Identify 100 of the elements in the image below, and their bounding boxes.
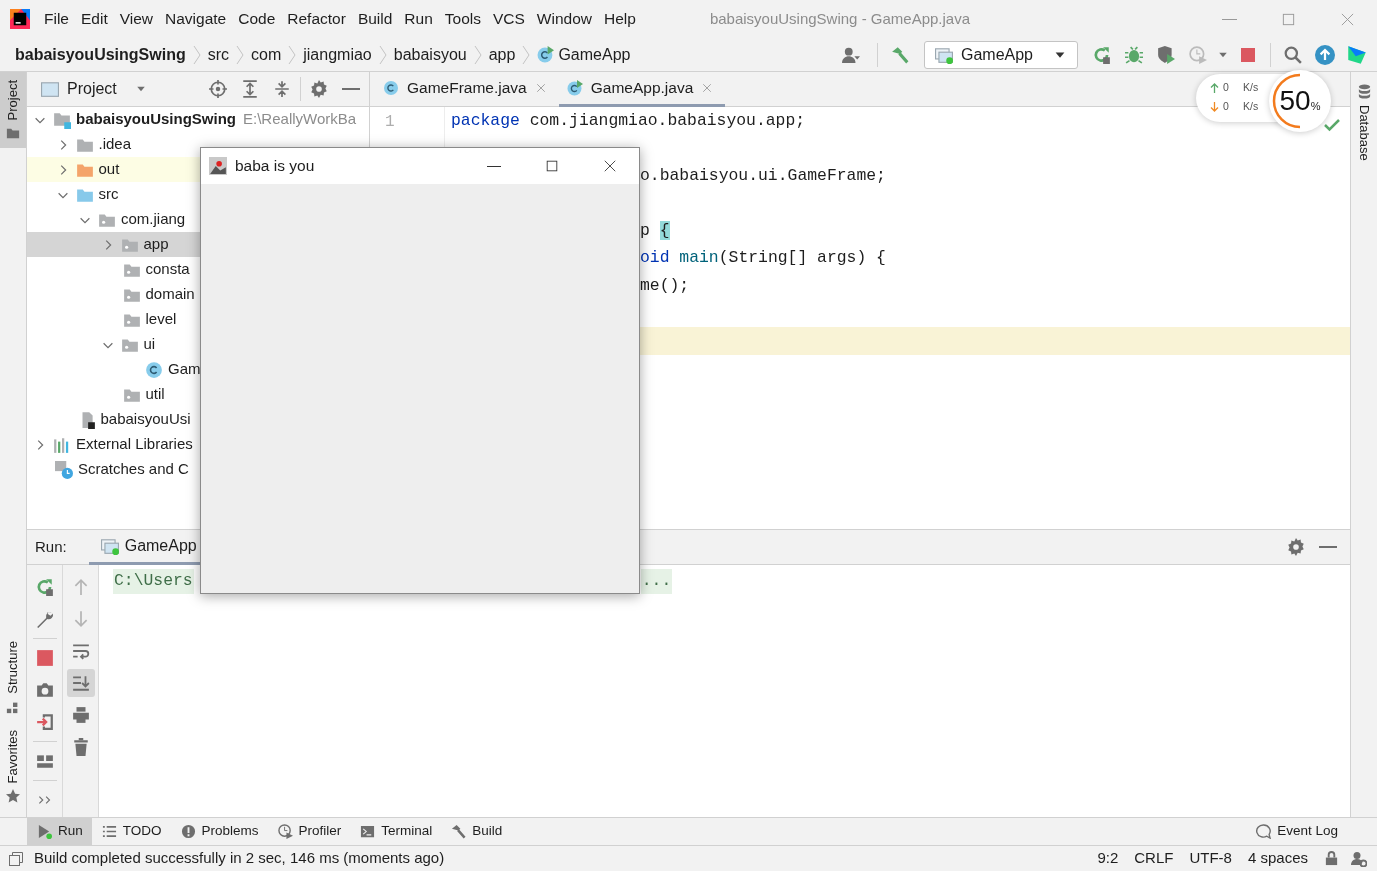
breadcrumb[interactable]: com	[251, 42, 282, 67]
status-item[interactable]: 9:2	[1089, 847, 1127, 870]
menu-item[interactable]: Window	[530, 7, 598, 31]
tool-window-tab[interactable]: Favorites	[0, 721, 26, 811]
status-item[interactable]: UTF-8	[1181, 847, 1240, 870]
breadcrumb-separator-icon	[236, 44, 244, 65]
exclamation-icon	[180, 824, 196, 839]
user-settings-icon[interactable]	[1351, 850, 1367, 867]
editor-tab[interactable]: GameFrame.java	[375, 72, 559, 107]
tool-window-button[interactable]: Build	[441, 818, 512, 845]
build-icon	[890, 45, 909, 64]
project-view-icon	[41, 80, 59, 98]
tree-item[interactable]: Gam	[27, 357, 369, 382]
tree-item[interactable]: ui	[27, 332, 369, 357]
menu-item[interactable]: Code	[232, 7, 282, 31]
expand-all-icon	[241, 80, 259, 98]
soft-wrap-icon	[71, 642, 90, 660]
status-item[interactable]: 4 spaces	[1239, 847, 1316, 870]
download-arrow-icon	[1210, 101, 1219, 112]
code-line: package com.jiangmiao.babaisyou.app;	[451, 110, 806, 133]
tree-item[interactable]: Scratches and C	[27, 457, 369, 482]
close-icon	[603, 159, 617, 173]
coverage-icon	[1157, 45, 1175, 64]
toolbox-icon	[1347, 44, 1367, 65]
hammer-icon	[451, 824, 467, 839]
memory-percent: 50	[1279, 84, 1311, 118]
project-view-dropdown[interactable]: Project	[37, 77, 151, 101]
tree-item[interactable]: domain	[27, 282, 369, 307]
window-title: babaisyouUsingSwing - GameApp.java	[709, 8, 971, 29]
speech-bubble-icon	[1256, 824, 1272, 839]
layout-icon	[35, 752, 54, 770]
breadcrumb[interactable]: GameApp	[537, 42, 631, 67]
star-icon	[6, 789, 20, 803]
tool-window-button[interactable]: Run	[27, 818, 92, 845]
scroll-to-end-button[interactable]	[66, 669, 95, 697]
close-tab-icon[interactable]	[534, 82, 547, 94]
tool-window-button[interactable]: Problems	[170, 818, 268, 845]
console-output: C:\Users	[113, 569, 194, 594]
status-item[interactable]: CRLF	[1126, 847, 1182, 870]
tree-item[interactable]: consta	[27, 257, 369, 282]
upload-arrow-icon	[1210, 82, 1219, 93]
class-icon	[383, 80, 399, 96]
run-label: Run:	[35, 536, 67, 557]
breadcrumb[interactable]: jiangmiao	[303, 42, 372, 67]
tree-item[interactable]: .idea	[27, 132, 369, 157]
menu-item[interactable]: Tools	[438, 7, 487, 31]
menu-item[interactable]: Build	[351, 7, 399, 31]
app-logo-icon[interactable]	[10, 9, 30, 29]
class-icon	[566, 80, 583, 96]
menu-item[interactable]: Help	[598, 7, 642, 31]
menu-item[interactable]: VCS	[486, 7, 531, 31]
run-configuration-icon	[100, 536, 119, 555]
tree-item[interactable]: level	[27, 307, 369, 332]
trash-icon	[71, 738, 90, 756]
tool-window-button[interactable]: Profiler	[267, 818, 351, 845]
minimize-panel-icon	[342, 88, 360, 90]
status-message: Build completed successfully in 2 sec, 146 ms (moments ago)	[34, 848, 445, 869]
tree-item[interactable]: External Libraries	[27, 432, 369, 457]
menu-item[interactable]: Navigate	[159, 7, 233, 31]
settings-icon	[1287, 538, 1305, 556]
settings-icon	[310, 80, 328, 98]
tree-item[interactable]: com.jiang	[27, 207, 369, 232]
tool-window-tab[interactable]: Structure	[0, 632, 26, 722]
tree-item[interactable]: babaisyouUsingSwing E:\ReallyWorkBa	[27, 107, 369, 132]
tree-item[interactable]: util	[27, 382, 369, 407]
project-path: E:\ReallyWorkBa	[243, 109, 357, 130]
minimize-icon	[1222, 18, 1237, 20]
class-icon	[537, 46, 555, 63]
breadcrumb[interactable]: app	[488, 42, 516, 67]
database-tab[interactable]: Database	[1351, 84, 1377, 161]
menu-item[interactable]: View	[113, 7, 160, 31]
exit-icon	[35, 713, 54, 731]
search-icon	[1284, 45, 1302, 64]
list-icon	[101, 824, 117, 839]
run-configuration-icon	[934, 45, 953, 64]
menu-item[interactable]: Refactor	[281, 7, 352, 31]
tool-window-tab[interactable]: Project	[0, 72, 26, 149]
module-folder-icon	[53, 110, 71, 129]
minimize-panel-icon	[1319, 546, 1337, 548]
lock-icon[interactable]	[1324, 851, 1339, 866]
tree-item[interactable]: babaisyouUsi	[27, 407, 369, 432]
menu-item[interactable]: File	[38, 7, 75, 31]
breadcrumb[interactable]: babaisyouUsingSwing	[15, 42, 186, 67]
event-log-button[interactable]: Event Log	[1246, 818, 1347, 845]
breadcrumb[interactable]: babaisyou	[393, 42, 467, 67]
breadcrumb[interactable]: src	[207, 42, 229, 67]
tool-window-button[interactable]: Terminal	[350, 818, 442, 845]
close-tab-icon[interactable]	[701, 82, 714, 94]
breadcrumb-separator-icon	[192, 44, 201, 65]
tool-window-button[interactable]: TODO	[91, 818, 171, 845]
menu-item[interactable]: Run	[398, 7, 439, 31]
stop-icon	[35, 649, 54, 667]
rerun-icon	[35, 578, 54, 596]
scratches-icon	[55, 460, 73, 479]
run-configuration-dropdown[interactable]: GameApp	[923, 40, 1078, 69]
panel-toggle-icon[interactable]	[8, 850, 24, 867]
tree-item[interactable]: src	[27, 182, 369, 207]
upload-speed: 0	[1223, 80, 1230, 95]
menu-item[interactable]: Edit	[75, 7, 114, 31]
breadcrumb-separator-icon	[473, 44, 482, 65]
